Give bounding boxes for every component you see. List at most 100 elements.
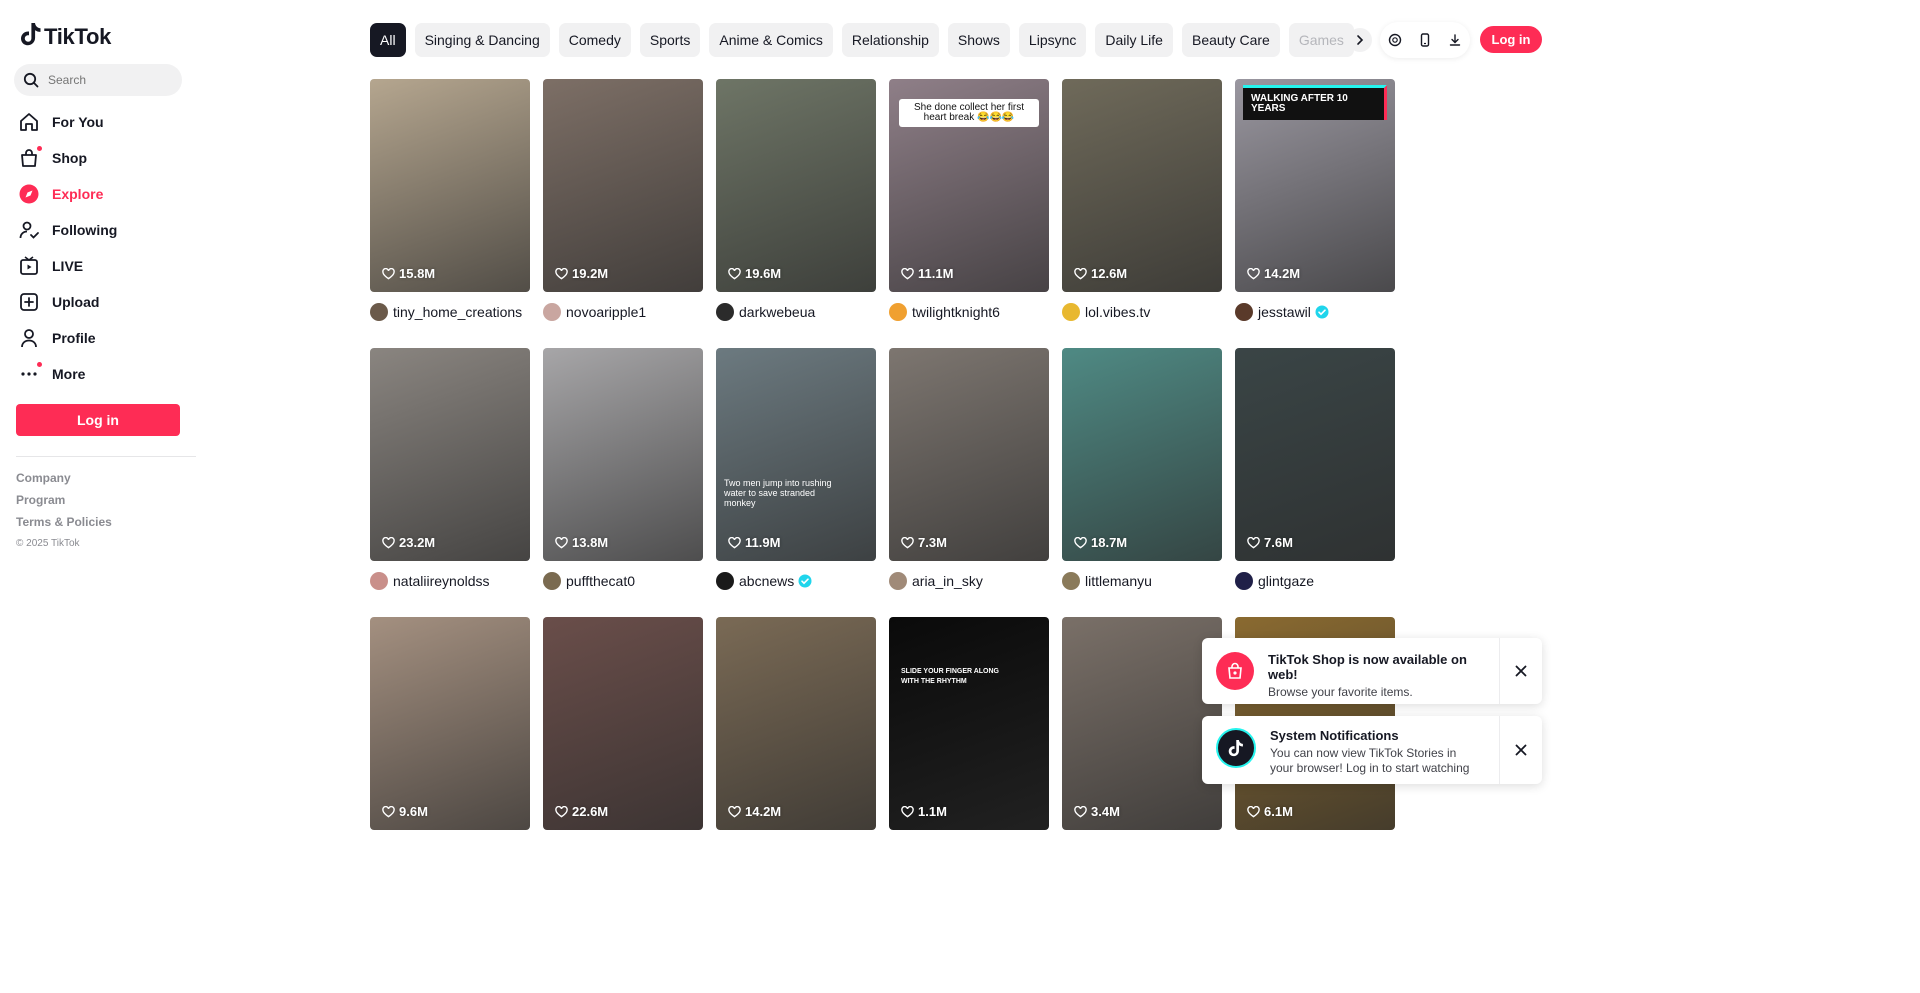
avatar[interactable] — [889, 572, 907, 590]
nav-item-profile[interactable]: Profile — [16, 320, 196, 356]
footer-link-company[interactable]: Company — [16, 470, 112, 492]
video-thumbnail[interactable]: 7.3M — [889, 348, 1049, 561]
mobile-icon[interactable] — [1419, 33, 1431, 47]
video-author[interactable]: jesstawil — [1235, 302, 1395, 322]
avatar[interactable] — [1062, 572, 1080, 590]
avatar[interactable] — [716, 572, 734, 590]
nav-item-following[interactable]: Following — [16, 212, 196, 248]
video-author[interactable]: glintgaze — [1235, 571, 1395, 591]
video-card[interactable]: She done collect her first heart break 😂… — [889, 79, 1049, 348]
category-tab-games[interactable]: Games — [1288, 23, 1354, 57]
header-login-button[interactable]: Log in — [1480, 26, 1542, 53]
video-author[interactable]: littlemanyu — [1062, 571, 1222, 591]
author-username[interactable]: abcnews — [739, 573, 794, 589]
download-icon[interactable] — [1448, 33, 1462, 47]
video-thumbnail[interactable]: 22.6M — [543, 617, 703, 830]
category-tab-relationship[interactable]: Relationship — [841, 23, 939, 57]
category-next-button[interactable] — [1348, 28, 1372, 52]
video-thumbnail[interactable]: 13.8M — [543, 348, 703, 561]
sidebar-login-button[interactable]: Log in — [16, 404, 180, 436]
video-card[interactable]: 15.8M tiny_home_creations — [370, 79, 530, 348]
category-tab-singing-dancing[interactable]: Singing & Dancing — [414, 23, 550, 57]
author-username[interactable]: jesstawil — [1258, 304, 1311, 320]
video-card[interactable]: 23.2M nataliireynoldss — [370, 348, 530, 617]
video-card[interactable]: 18.7M littlemanyu — [1062, 348, 1222, 617]
author-username[interactable]: lol.vibes.tv — [1085, 304, 1150, 320]
video-thumbnail[interactable]: Two men jump into rushing water to save … — [716, 348, 876, 561]
video-thumbnail[interactable]: 7.6M — [1235, 348, 1395, 561]
author-username[interactable]: novoaripple1 — [566, 304, 646, 320]
search-input[interactable] — [46, 72, 170, 88]
author-username[interactable]: nataliireynoldss — [393, 573, 490, 589]
nav-item-explore[interactable]: Explore — [16, 176, 196, 212]
video-author[interactable]: nataliireynoldss — [370, 571, 530, 591]
category-tab-comedy[interactable]: Comedy — [558, 23, 631, 57]
tiktok-logo[interactable]: TikTok — [20, 22, 111, 51]
video-thumbnail[interactable]: WALKING AFTER 10 YEARS 14.2M — [1235, 79, 1395, 292]
avatar[interactable] — [370, 303, 388, 321]
nav-item-for-you[interactable]: For You — [16, 104, 196, 140]
video-author[interactable]: tiny_home_creations — [370, 302, 530, 322]
video-thumbnail[interactable]: 19.2M — [543, 79, 703, 292]
video-card[interactable]: WALKING AFTER 10 YEARS 14.2M jesstawil — [1235, 79, 1395, 348]
category-tab-lipsync[interactable]: Lipsync — [1018, 23, 1087, 57]
avatar[interactable] — [1235, 303, 1253, 321]
nav-item-live[interactable]: LIVE — [16, 248, 196, 284]
author-username[interactable]: aria_in_sky — [912, 573, 983, 589]
toast-close-button[interactable] — [1500, 638, 1542, 704]
video-author[interactable]: aria_in_sky — [889, 571, 1049, 591]
video-thumbnail[interactable]: 23.2M — [370, 348, 530, 561]
coin-icon[interactable] — [1388, 33, 1402, 47]
category-tab-anime-comics[interactable]: Anime & Comics — [709, 23, 833, 57]
video-card[interactable]: 14.2M — [716, 617, 876, 886]
video-card[interactable]: Two men jump into rushing water to save … — [716, 348, 876, 617]
avatar[interactable] — [370, 572, 388, 590]
nav-item-more[interactable]: More — [16, 356, 196, 392]
video-thumbnail[interactable]: 15.8M — [370, 79, 530, 292]
video-thumbnail[interactable]: 9.6M — [370, 617, 530, 830]
avatar[interactable] — [543, 303, 561, 321]
toast-close-button[interactable] — [1500, 716, 1542, 784]
video-author[interactable]: puffthecat0 — [543, 571, 703, 591]
footer-link-program[interactable]: Program — [16, 492, 112, 514]
video-card[interactable]: 3.4M — [1062, 617, 1222, 886]
author-username[interactable]: puffthecat0 — [566, 573, 635, 589]
video-thumbnail[interactable]: 14.2M — [716, 617, 876, 830]
author-username[interactable]: darkwebeua — [739, 304, 815, 320]
video-thumbnail[interactable]: 19.6M — [716, 79, 876, 292]
video-author[interactable]: twilightknight6 — [889, 302, 1049, 322]
category-tab-beauty-care[interactable]: Beauty Care — [1181, 23, 1280, 57]
avatar[interactable] — [716, 303, 734, 321]
video-thumbnail[interactable]: 18.7M — [1062, 348, 1222, 561]
video-card[interactable]: 12.6M lol.vibes.tv — [1062, 79, 1222, 348]
video-thumbnail[interactable]: She done collect her first heart break 😂… — [889, 79, 1049, 292]
avatar[interactable] — [1235, 572, 1253, 590]
video-author[interactable]: novoaripple1 — [543, 302, 703, 322]
video-card[interactable]: 7.6M glintgaze — [1235, 348, 1395, 617]
category-tab-shows[interactable]: Shows — [947, 23, 1010, 57]
video-card[interactable]: 19.6M darkwebeua — [716, 79, 876, 348]
nav-item-upload[interactable]: Upload — [16, 284, 196, 320]
author-username[interactable]: tiny_home_creations — [393, 304, 522, 320]
video-card[interactable]: 13.8M puffthecat0 — [543, 348, 703, 617]
author-username[interactable]: twilightknight6 — [912, 304, 1000, 320]
video-card[interactable]: 19.2M novoaripple1 — [543, 79, 703, 348]
video-author[interactable]: lol.vibes.tv — [1062, 302, 1222, 322]
search-box[interactable] — [14, 64, 182, 96]
category-tab-all[interactable]: All — [370, 23, 406, 57]
video-author[interactable]: abcnews — [716, 571, 876, 591]
video-card[interactable]: 22.6M — [543, 617, 703, 886]
avatar[interactable] — [1062, 303, 1080, 321]
author-username[interactable]: littlemanyu — [1085, 573, 1152, 589]
video-thumbnail[interactable]: SLIDE YOUR FINGER ALONG WITH THE RHYTHM 1… — [889, 617, 1049, 830]
video-card[interactable]: SLIDE YOUR FINGER ALONG WITH THE RHYTHM 1… — [889, 617, 1049, 886]
video-thumbnail[interactable]: 3.4M — [1062, 617, 1222, 830]
video-author[interactable]: darkwebeua — [716, 302, 876, 322]
video-thumbnail[interactable]: 12.6M — [1062, 79, 1222, 292]
author-username[interactable]: glintgaze — [1258, 573, 1314, 589]
category-tab-sports[interactable]: Sports — [639, 23, 701, 57]
avatar[interactable] — [543, 572, 561, 590]
video-card[interactable]: 7.3M aria_in_sky — [889, 348, 1049, 617]
footer-link-terms[interactable]: Terms & Policies — [16, 514, 112, 536]
nav-item-shop[interactable]: Shop — [16, 140, 196, 176]
